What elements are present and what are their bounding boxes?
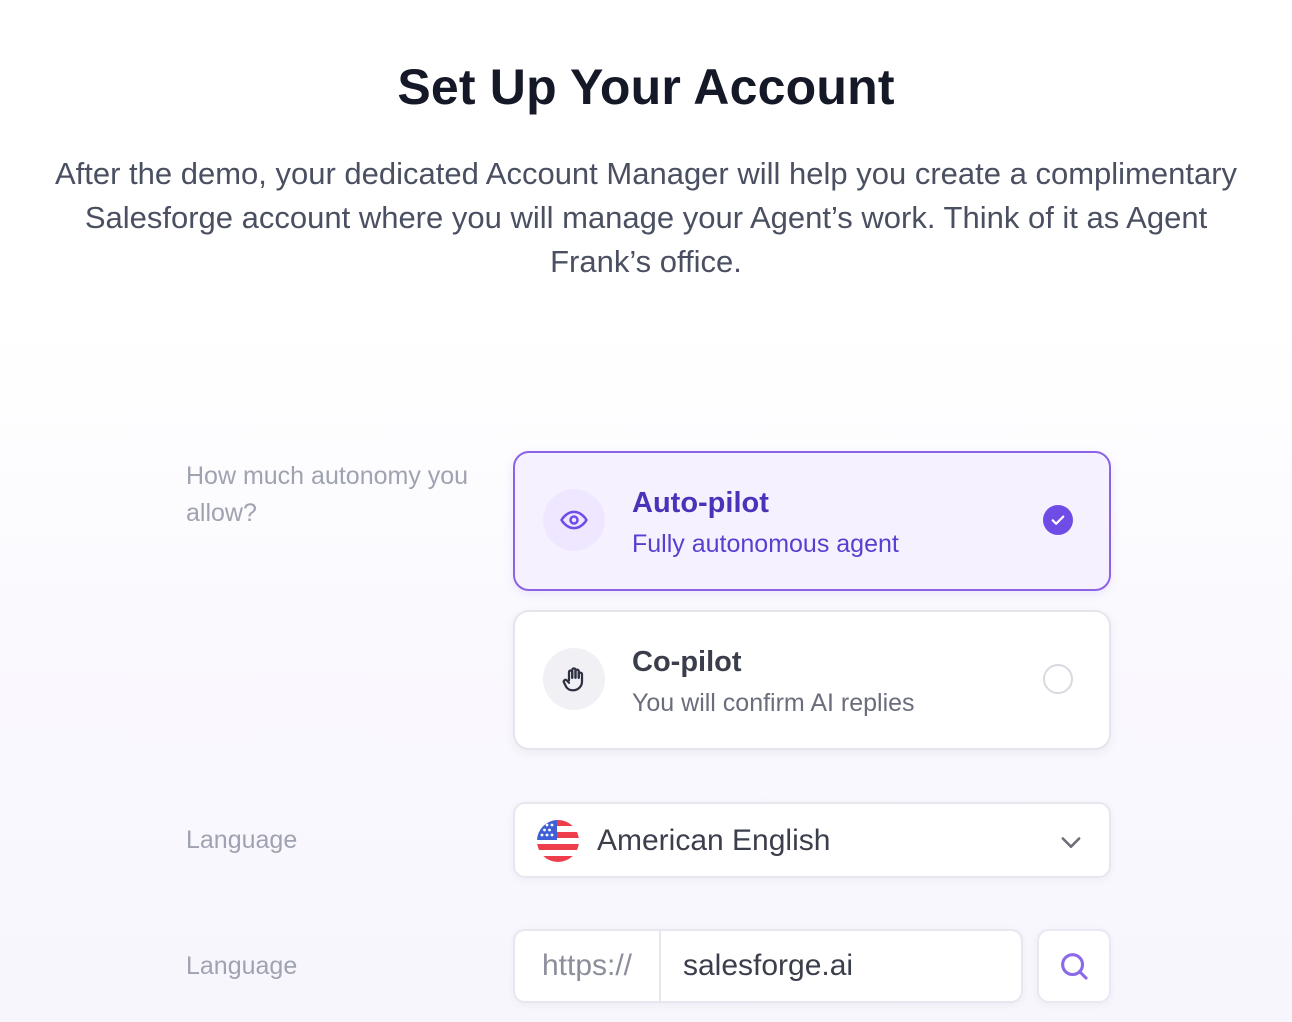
copilot-title: Co-pilot [632,646,742,678]
autopilot-option[interactable]: Auto-pilot Fully autonomous agent [513,451,1111,591]
chevron-down-icon [1061,837,1081,848]
copilot-option[interactable]: Co-pilot You will confirm AI replies [513,610,1111,750]
hand-icon [543,648,605,710]
autopilot-title: Auto-pilot [632,487,769,519]
search-button[interactable] [1037,929,1111,1003]
autonomy-label: How much autonomy you allow? [186,462,469,527]
url-prefix: https:// [515,931,661,1001]
copilot-description: You will confirm AI replies [632,689,915,717]
language-selected-value: American English [597,824,831,857]
language-label: Language [186,826,298,854]
domain-label: Language [186,952,298,980]
search-icon [1061,953,1088,980]
copilot-radio[interactable] [1043,664,1073,694]
domain-field: https:// [513,929,1023,1003]
autopilot-description: Fully autonomous agent [632,530,899,558]
page-subtitle: After the demo, your dedicated Account M… [54,156,1238,279]
us-flag-icon [537,820,579,862]
eye-icon [543,489,605,551]
language-select[interactable]: American English [513,802,1111,878]
check-icon [1051,515,1065,525]
page-title: Set Up Your Account [397,59,895,115]
autopilot-radio-checked[interactable] [1043,505,1073,535]
domain-input[interactable] [663,931,1017,1001]
